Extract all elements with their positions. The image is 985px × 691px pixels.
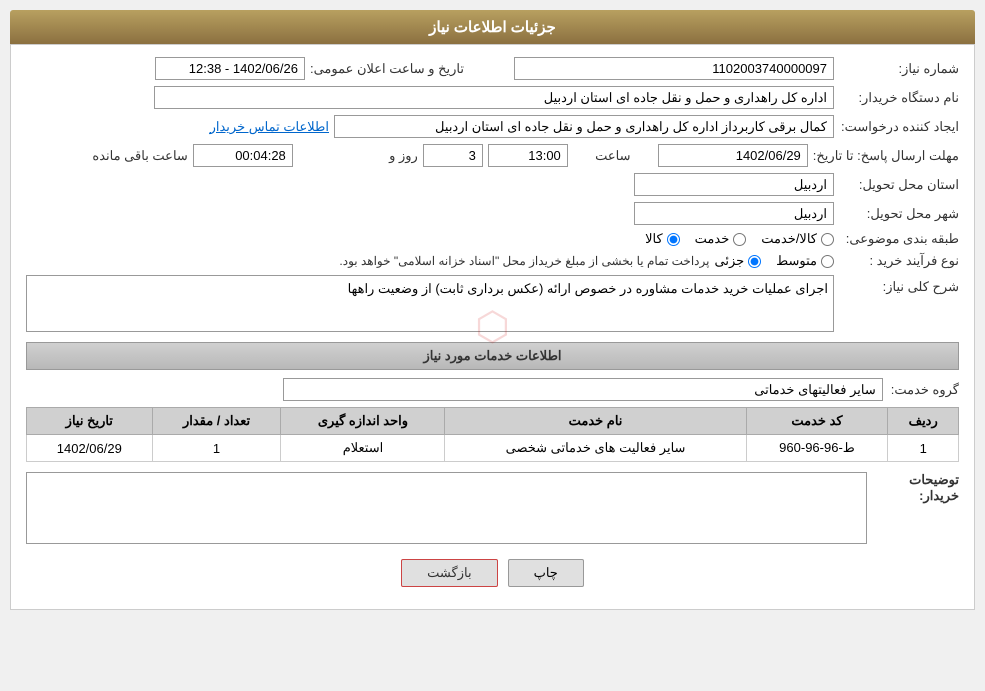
grohe-khadamat-label: گروه خدمت: <box>891 382 959 398</box>
grohe-khadamat-input[interactable] <box>283 378 883 401</box>
cell-tedad: 1 <box>152 435 281 462</box>
buttons-row: چاپ بازگشت <box>26 559 959 587</box>
nam-dastgah-label: نام دستگاه خریدار: <box>839 90 959 106</box>
services-table: ردیف کد خدمت نام خدمت واحد اندازه گیری ت… <box>26 407 959 462</box>
shahr-input[interactable] <box>634 202 834 225</box>
tabaqe-option-kala-khadamat[interactable]: کالا/خدمت <box>761 231 834 247</box>
tosih-kharidar-label: توضیحات خریدار: <box>875 472 959 504</box>
sharh-koli-textarea[interactable]: اجرای عملیات خرید خدمات مشاوره در خصوص ا… <box>26 275 834 332</box>
ostan-row: استان محل تحویل: <box>26 173 959 196</box>
tabaqe-kala-label: کالا <box>645 231 663 247</box>
tabaqe-kala-khadamat-label: کالا/خدمت <box>761 231 817 247</box>
tabaqe-khadamat-label: خدمت <box>695 231 730 247</box>
sharh-koli-label: شرح کلی نیاز: <box>839 275 959 295</box>
cell-radif: 1 <box>888 435 959 462</box>
noe-farayand-radio-group: متوسط جزئی <box>714 253 834 269</box>
noe-jozi-label: جزئی <box>714 253 744 269</box>
shomare-niaz-row: شماره نیاز: تاریخ و ساعت اعلان عمومی: <box>26 57 959 80</box>
services-table-section: ردیف کد خدمت نام خدمت واحد اندازه گیری ت… <box>26 407 959 462</box>
cell-vahed: استعلام <box>281 435 445 462</box>
cell-kod: ط-96-96-960 <box>746 435 888 462</box>
back-button[interactable]: بازگشت <box>401 559 497 587</box>
shomare-niaz-label: شماره نیاز: <box>839 61 959 77</box>
nam-dastgah-input[interactable] <box>154 86 834 109</box>
sharh-koli-row: شرح کلی نیاز: اجرای عملیات خرید خدمات مش… <box>26 275 959 332</box>
tabaqe-option-khadamat[interactable]: خدمت <box>695 231 747 247</box>
noe-farayand-label: نوع فرآیند خرید : <box>839 253 959 269</box>
tarikh-input[interactable] <box>155 57 305 80</box>
khadamat-section-title: اطلاعات خدمات مورد نیاز <box>26 342 959 370</box>
tabaqe-radio-group: کالا/خدمت خدمت کالا <box>645 231 834 247</box>
col-tedad: تعداد / مقدار <box>152 408 281 435</box>
noe-farayand-note: پرداخت تمام یا بخشی از مبلغ خریداز محل "… <box>339 254 709 268</box>
mohlat-time-label: ساعت <box>573 148 653 164</box>
print-button[interactable]: چاپ <box>508 559 584 587</box>
shahr-row: شهر محل تحویل: <box>26 202 959 225</box>
ostan-input[interactable] <box>634 173 834 196</box>
page-header: جزئیات اطلاعات نیاز <box>10 10 975 44</box>
ostan-label: استان محل تحویل: <box>839 177 959 193</box>
shomare-niaz-input[interactable] <box>514 57 834 80</box>
cell-tarikh: 1402/06/29 <box>27 435 153 462</box>
table-row: 1 ط-96-96-960 سایر فعالیت های خدماتی شخص… <box>27 435 959 462</box>
tabaqe-option-kala[interactable]: کالا <box>645 231 680 247</box>
col-radif: ردیف <box>888 408 959 435</box>
page-title: جزئیات اطلاعات نیاز <box>429 19 556 36</box>
col-nam-khadamat: نام خدمت <box>445 408 746 435</box>
noe-farayand-row: نوع فرآیند خرید : متوسط جزئی پرداخت تمام… <box>26 253 959 269</box>
mohlat-row: مهلت ارسال پاسخ: تا تاریخ: ساعت روز و سا… <box>26 144 959 167</box>
etela-tamas-link[interactable]: اطلاعات تماس خریدار <box>210 119 329 135</box>
mohlat-remaining-input[interactable] <box>193 144 293 167</box>
nam-dastgah-row: نام دستگاه خریدار: <box>26 86 959 109</box>
noe-motawaset[interactable]: متوسط <box>776 253 834 269</box>
mohlat-date-input[interactable] <box>658 144 808 167</box>
mohlat-days-label: روز و <box>298 148 418 164</box>
tosih-kharidar-textarea[interactable] <box>26 472 867 544</box>
ijad-konande-row: ایجاد کننده درخواست: اطلاعات تماس خریدار <box>26 115 959 138</box>
col-vahed: واحد اندازه گیری <box>281 408 445 435</box>
col-kod-khadamat: کد خدمت <box>746 408 888 435</box>
noe-jozi[interactable]: جزئی <box>714 253 761 269</box>
tabaqe-label: طبقه بندی موضوعی: <box>839 231 959 247</box>
col-tarikh: تاریخ نیاز <box>27 408 153 435</box>
tosih-kharidar-section: توضیحات خریدار: <box>26 472 959 544</box>
tarikh-label: تاریخ و ساعت اعلان عمومی: <box>310 61 464 77</box>
tabaqe-row: طبقه بندی موضوعی: کالا/خدمت خدمت کالا <box>26 231 959 247</box>
mohlat-remaining-label: ساعت باقی مانده <box>68 148 188 164</box>
grohe-khadamat-row: گروه خدمت: <box>26 378 959 401</box>
mohlat-time-input[interactable] <box>488 144 568 167</box>
shahr-label: شهر محل تحویل: <box>839 206 959 222</box>
cell-nam: سایر فعالیت های خدماتی شخصی <box>445 435 746 462</box>
noe-motawaset-label: متوسط <box>776 253 817 269</box>
ijad-konande-label: ایجاد کننده درخواست: <box>839 119 959 135</box>
mohlat-label: مهلت ارسال پاسخ: تا تاریخ: <box>813 148 959 164</box>
ijad-konande-input[interactable] <box>334 115 834 138</box>
mohlat-days-input[interactable] <box>423 144 483 167</box>
